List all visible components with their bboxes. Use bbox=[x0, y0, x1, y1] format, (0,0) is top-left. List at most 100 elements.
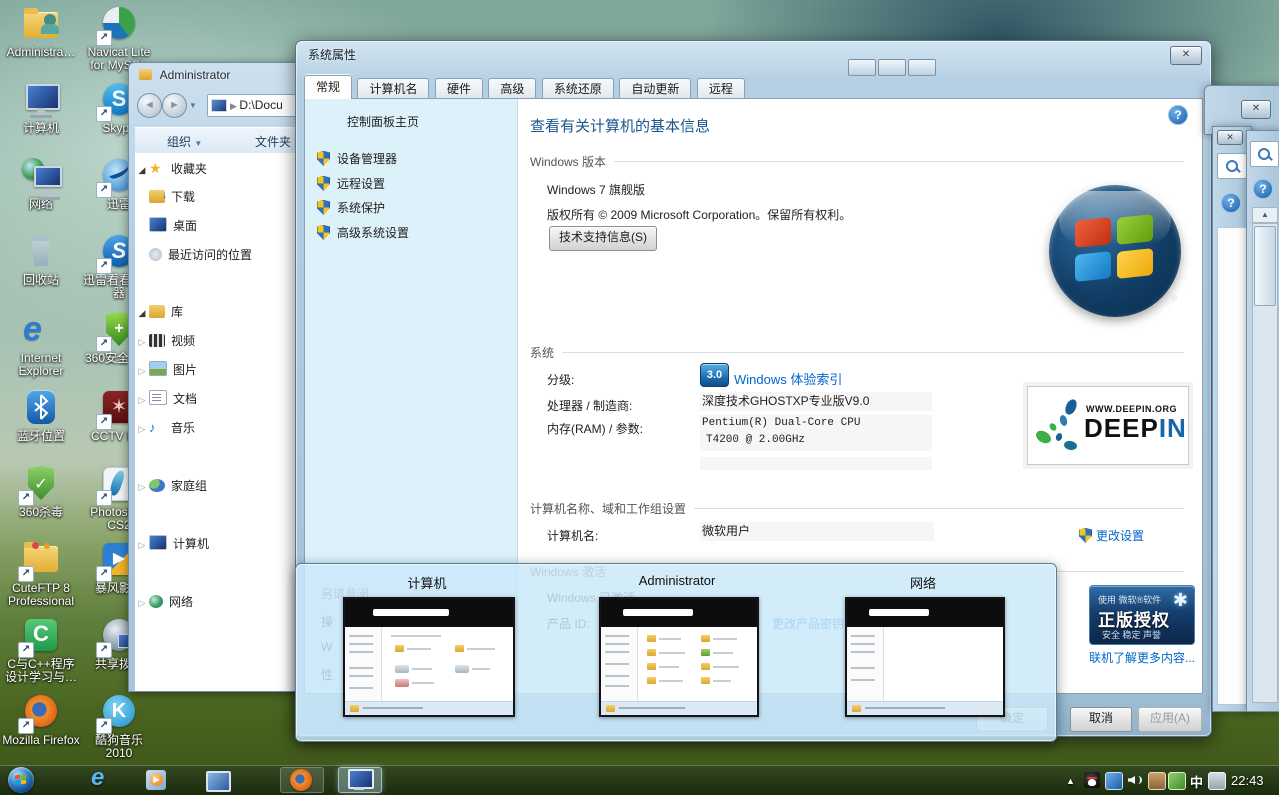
nav-downloads[interactable]: 下载 bbox=[135, 186, 305, 208]
windows-edition: Windows 7 旗舰版 bbox=[547, 181, 645, 198]
explorer-nav-pane: ◢★收藏夹 下载 桌面 最近访问的位置 ◢库 ▷视频 ▷图片 ▷文档 ▷♪音乐 … bbox=[135, 153, 305, 691]
tray-network-icon[interactable] bbox=[1105, 772, 1123, 790]
scrollbar[interactable] bbox=[1252, 223, 1278, 703]
nav-homegroup[interactable]: ▷家庭组 bbox=[135, 475, 305, 497]
dialog-close-button[interactable]: ✕ bbox=[1170, 46, 1202, 65]
thumb-statusbar bbox=[345, 701, 513, 715]
shortcut-arrow-icon: ↗ bbox=[96, 30, 112, 46]
tray-ime-indicator[interactable]: 中 bbox=[1190, 772, 1203, 791]
star-icon: ★ bbox=[149, 157, 165, 179]
organize-menu[interactable]: 组织 ▼ bbox=[167, 133, 202, 150]
sidebar-remote-settings[interactable]: 远程设置 bbox=[317, 176, 385, 194]
desktop-icon-cuteftp[interactable]: ↗ CuteFTP 8 Professional bbox=[2, 540, 80, 608]
explorer-window: Administrator ◄ ► ▼ ▶ D:\Docu 组织 ▼ 文件夹 ◢… bbox=[128, 62, 305, 692]
tray-input-fist-icon[interactable] bbox=[1148, 772, 1166, 790]
tray-icon[interactable] bbox=[1208, 772, 1226, 790]
cpu-value: 深度技术GHOSTXP专业版V9.0 bbox=[700, 392, 932, 411]
taskbar-media-player[interactable]: ▶ bbox=[138, 767, 178, 793]
nav-pictures[interactable]: ▷图片 bbox=[135, 359, 305, 381]
help-icon[interactable]: ? bbox=[1221, 193, 1241, 213]
tab-advanced[interactable]: 高级 bbox=[488, 78, 536, 100]
rating-label: 分级: bbox=[547, 371, 574, 388]
thumb-navpane bbox=[601, 627, 638, 702]
experience-index-link[interactable]: Windows 体验索引 bbox=[734, 369, 842, 388]
genuine-star-icon: ✱ bbox=[1173, 590, 1188, 611]
tab-hardware[interactable]: 硬件 bbox=[435, 78, 483, 100]
history-dropdown-icon[interactable]: ▼ bbox=[189, 101, 197, 110]
windows-logo-pane-yellow bbox=[1117, 248, 1153, 279]
tab-system-restore[interactable]: 系统还原 bbox=[542, 78, 614, 100]
desktop-icon-network[interactable]: 网络 bbox=[2, 156, 80, 211]
deepin-swirl-icon bbox=[1036, 399, 1082, 451]
close-icon[interactable]: ✕ bbox=[1241, 100, 1271, 119]
nav-desktop[interactable]: 桌面 bbox=[135, 215, 305, 237]
sidebar-advanced-settings[interactable]: 高级系统设置 bbox=[317, 225, 409, 243]
preview-thumbnail-network[interactable] bbox=[845, 597, 1005, 717]
nav-videos[interactable]: ▷视频 bbox=[135, 330, 305, 352]
start-button[interactable] bbox=[8, 767, 34, 793]
taskbar-computer-active[interactable] bbox=[338, 767, 382, 793]
sidebar-home-link[interactable]: 控制面板主页 bbox=[347, 113, 419, 130]
preview-label: 网络 bbox=[845, 573, 1001, 592]
taskbar-ie[interactable]: e bbox=[82, 767, 122, 793]
nav-network[interactable]: ▷网络 bbox=[135, 591, 305, 613]
scrollbar-thumb[interactable] bbox=[1254, 226, 1276, 306]
thumb-navpane bbox=[847, 627, 884, 702]
windows-logo-pane-green bbox=[1117, 214, 1153, 245]
shortcut-arrow-icon: ↗ bbox=[18, 718, 34, 734]
taskbar-explorer[interactable] bbox=[198, 767, 238, 793]
tray-volume-icon[interactable] bbox=[1126, 772, 1142, 788]
sidebar-device-manager[interactable]: 设备管理器 bbox=[317, 151, 397, 169]
folder-icon bbox=[139, 69, 152, 80]
search-input[interactable] bbox=[1217, 153, 1247, 179]
desktop-icon-kugou[interactable]: K↗ 酷狗音乐 2010 bbox=[80, 692, 158, 760]
nav-favorites[interactable]: ◢★收藏夹 bbox=[135, 157, 305, 179]
nav-music[interactable]: ▷♪音乐 bbox=[135, 417, 305, 439]
tray-qq-icon[interactable] bbox=[1084, 772, 1100, 788]
desktop-icon-cpp-tutorial[interactable]: C↗ C与C++程序设计学习与… bbox=[2, 616, 80, 684]
tray-expand-icon[interactable]: ▲ bbox=[1066, 776, 1075, 786]
desktop-icon-bluetooth[interactable]: 蓝牙位置 bbox=[2, 388, 80, 443]
back-button[interactable]: ◄ bbox=[137, 93, 162, 118]
uac-shield-icon bbox=[317, 225, 330, 240]
help-icon[interactable]: ? bbox=[1253, 179, 1273, 199]
folder-menu[interactable]: 文件夹 bbox=[255, 133, 291, 150]
tab-computer-name[interactable]: 计算机名 bbox=[357, 78, 429, 100]
taskbar-firefox[interactable] bbox=[280, 767, 324, 793]
desktop-icon-recycle-bin[interactable]: 回收站 bbox=[2, 232, 80, 287]
close-icon[interactable]: ✕ bbox=[1217, 130, 1243, 145]
apply-button[interactable]: 应用(A) bbox=[1138, 707, 1202, 732]
learn-more-link[interactable]: 联机了解更多内容... bbox=[1089, 649, 1195, 666]
tray-360-icon[interactable] bbox=[1168, 772, 1186, 790]
desktop-icon-internet-explorer[interactable]: e Internet Explorer bbox=[2, 310, 80, 378]
desktop-icon-360-antivirus[interactable]: ✓↗ 360杀毒 bbox=[2, 464, 80, 519]
scroll-up-button[interactable]: ▲ bbox=[1252, 207, 1278, 223]
nav-recent[interactable]: 最近访问的位置 bbox=[135, 244, 305, 266]
desktop-icon-administrator[interactable]: Administra… bbox=[2, 4, 80, 59]
recycle-bin-icon bbox=[20, 232, 62, 272]
tab-remote[interactable]: 远程 bbox=[697, 78, 745, 100]
tab-auto-update[interactable]: 自动更新 bbox=[619, 78, 691, 100]
change-settings-link[interactable]: 更改设置 bbox=[1079, 527, 1144, 544]
preview-thumbnail-computer[interactable] bbox=[343, 597, 515, 717]
support-info-button[interactable]: 技术支持信息(S) bbox=[549, 226, 657, 251]
taskbar-clock[interactable]: 22:43 bbox=[1231, 773, 1264, 788]
search-input[interactable] bbox=[1250, 141, 1279, 167]
cuteftp-icon: ↗ bbox=[20, 540, 62, 580]
thumb-statusbar bbox=[847, 701, 1003, 715]
preview-thumbnail-administrator[interactable] bbox=[599, 597, 759, 717]
forward-button[interactable]: ► bbox=[162, 93, 187, 118]
nav-libraries[interactable]: ◢库 bbox=[135, 301, 305, 323]
nav-documents[interactable]: ▷文档 bbox=[135, 388, 305, 410]
tab-general[interactable]: 常规 bbox=[304, 75, 352, 99]
sidebar-system-protection[interactable]: 系统保护 bbox=[317, 200, 385, 218]
desktop-icon-firefox[interactable]: ↗ Mozilla Firefox bbox=[2, 692, 80, 747]
address-bar[interactable]: ▶ D:\Docu bbox=[207, 94, 305, 117]
cancel-button[interactable]: 取消 bbox=[1070, 707, 1132, 732]
desktop-icon-computer[interactable]: 计算机 bbox=[2, 80, 80, 135]
help-icon[interactable]: ? bbox=[1168, 105, 1188, 125]
computer-mini-icon bbox=[211, 99, 227, 112]
background-window-button bbox=[848, 59, 876, 76]
nav-computer[interactable]: ▷计算机 bbox=[135, 533, 305, 555]
downloads-icon bbox=[149, 190, 165, 203]
